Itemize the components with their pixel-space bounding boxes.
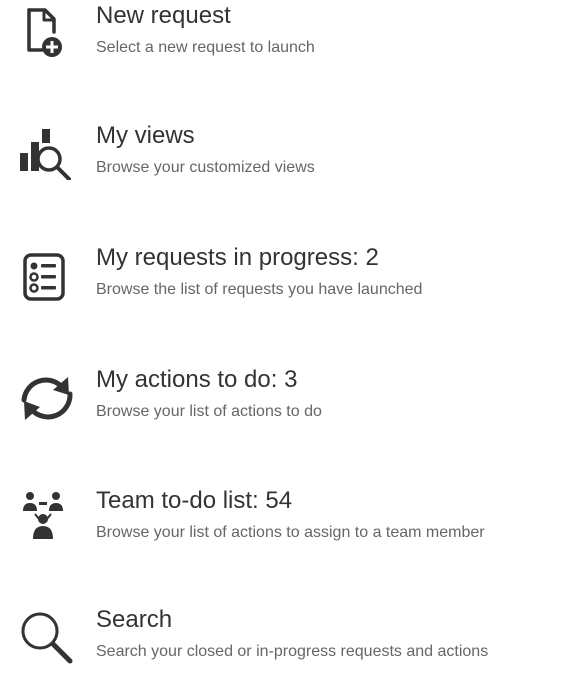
- menu-item-title: My requests in progress: 2: [96, 244, 379, 271]
- menu-item-title: New request: [96, 2, 231, 29]
- refresh-cycle-icon: [12, 368, 76, 424]
- menu-item-description: Browse your list of actions to do: [96, 403, 322, 420]
- menu-item-description: Select a new request to launch: [96, 39, 315, 56]
- menu-item-my-requests-in-progress[interactable]: My requests in progress: 2 Browse the li…: [0, 242, 587, 314]
- menu-item-title: Team to-do list: 54: [96, 487, 293, 514]
- menu-item-description: Browse your list of actions to assign to…: [96, 524, 485, 541]
- menu-item-title: My views: [96, 122, 195, 149]
- team-icon: [12, 489, 76, 545]
- menu-item-description: Browse your customized views: [96, 159, 315, 176]
- menu-item-team-to-do-list[interactable]: Team to-do list: 54 Browse your list of …: [0, 485, 587, 557]
- menu-item-description: Search your closed or in-progress reques…: [96, 643, 489, 660]
- search-icon: [12, 608, 76, 664]
- menu-item-new-request[interactable]: New request Select a new request to laun…: [0, 0, 587, 72]
- menu-item-title: My actions to do: 3: [96, 366, 298, 393]
- home-menu: New request Select a new request to laun…: [0, 0, 587, 667]
- checklist-icon: [12, 246, 76, 302]
- menu-item-my-views[interactable]: My views Browse your customized views: [0, 120, 587, 192]
- chart-magnifier-icon: [12, 124, 76, 180]
- menu-item-title: Search: [96, 606, 173, 633]
- new-document-plus-icon: [12, 4, 76, 60]
- menu-item-description: Browse the list of requests you have lau…: [96, 281, 423, 298]
- menu-item-search[interactable]: Search Search your closed or in-progress…: [0, 604, 587, 676]
- menu-item-my-actions-to-do[interactable]: My actions to do: 3 Browse your list of …: [0, 364, 587, 436]
